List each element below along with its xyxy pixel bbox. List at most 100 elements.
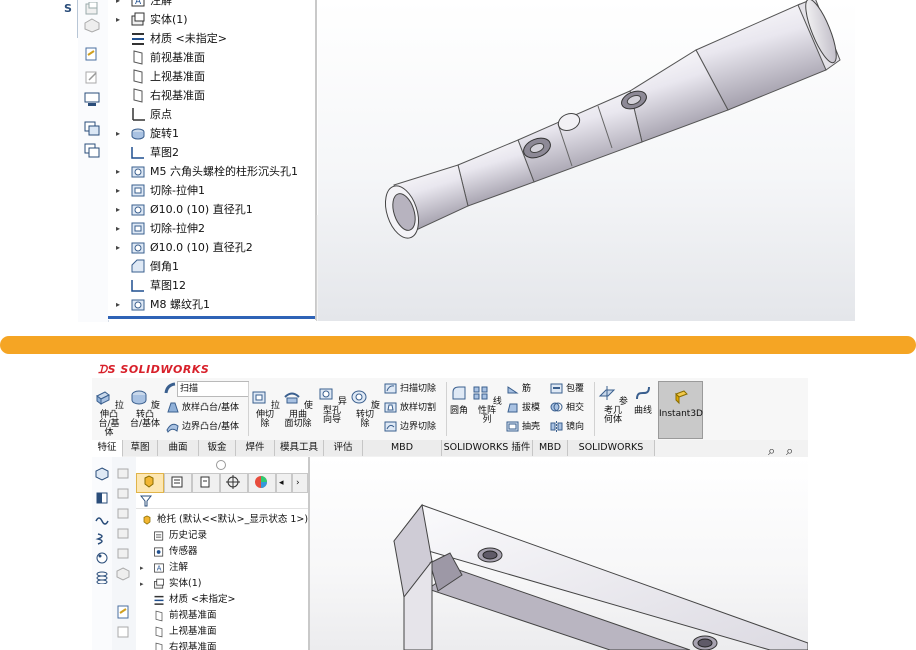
display-states-icon[interactable] [84,92,101,107]
display-pane-icon[interactable] [116,507,131,521]
tree-item[interactable]: ▸ Ø10.0 (10) 直径孔1 [108,200,315,219]
appearance-ball-icon[interactable] [95,551,109,565]
linear-pattern-button[interactable]: 线性阵 列 [472,384,502,425]
panel-grip-icon[interactable] [216,460,226,470]
tab-1[interactable]: 草图 [123,440,158,456]
expand-arrow-icon[interactable]: ▸ [116,162,120,181]
tab-7[interactable]: MBD Dimensions [363,440,442,469]
mirror-button[interactable]: 镜向 [550,419,584,436]
filter-row[interactable] [136,494,308,509]
tree-item[interactable]: 草图12 [108,276,315,295]
sweep-label-box[interactable]: 扫描 [177,381,249,397]
tree-item[interactable]: ▸ M8 螺纹孔1 [108,295,315,314]
tab-6[interactable]: 评估 [324,440,363,456]
tree-item[interactable]: ▸ 旋转1 [108,124,315,143]
display-pane-icon[interactable] [116,547,131,561]
display-pane-icon[interactable] [116,527,131,541]
top-collapsed-strip[interactable]: S [63,0,78,38]
tab-9[interactable]: MBD [533,440,568,456]
search-icon[interactable]: ⌕ [768,444,775,459]
rib-button[interactable]: 筋 [506,381,531,398]
expand-arrow-icon[interactable]: ▸ [116,200,120,219]
tree-item[interactable]: ▸ M5 六角头螺栓的柱形沉头孔1 [108,162,315,181]
tab-2[interactable]: 曲面 [158,440,199,456]
view-orientation-icon[interactable] [95,467,109,481]
tree-item[interactable]: 前视基准面 [108,48,315,67]
tree-item[interactable]: ▸ A 注解 [108,0,315,10]
feature-manager-tab[interactable] [136,473,164,493]
property-manager-tab[interactable] [164,473,192,493]
section-view-icon[interactable] [95,491,109,505]
appearance-icon[interactable] [84,18,101,33]
tree-item[interactable]: 右视基准面 [136,640,308,650]
configuration-icon[interactable] [84,143,101,158]
display-pane-icon[interactable] [116,467,131,481]
zoom-to-area-icon[interactable]: ⌕ [786,444,793,459]
surface-cut-button[interactable]: 使用曲 面切除 [282,388,314,429]
instant3d-button[interactable]: Instant3D [658,381,703,439]
expand-arrow-icon[interactable]: ▸ [140,576,144,592]
tree-item[interactable]: 枪托 (默认<<默认>_显示状态 1>) [136,512,308,528]
edit-sheet-icon[interactable] [84,70,101,85]
extrude-cut-button[interactable]: 拉伸切 除 [250,388,280,429]
shell-button[interactable]: 抽壳 [506,419,540,436]
expand-arrow-icon[interactable]: ▸ [116,124,120,143]
filter-icon[interactable] [140,495,152,507]
tab-0[interactable]: 特征 [92,440,123,457]
appearance-icon[interactable] [116,567,131,581]
edit-sheet-icon[interactable] [116,625,131,639]
tab-10[interactable]: SOLIDWORKS CAM [568,440,655,469]
coil-icon[interactable] [95,570,109,584]
tree-item[interactable]: 前视基准面 [136,608,308,624]
tree-item[interactable]: 材质 <未指定> [136,592,308,608]
expand-arrow-icon[interactable]: ▸ [116,181,120,200]
expand-arrow-icon[interactable]: ▸ [116,295,120,314]
tree-item[interactable]: ▸ 切除-拉伸2 [108,219,315,238]
tree-item[interactable]: ▸ A 注解 [136,560,308,576]
solidworks-logo[interactable]: ᗪS SOLIDWORKS [98,362,209,378]
tree-item[interactable]: ▸ Ø10.0 (10) 直径孔2 [108,238,315,257]
draft-button[interactable]: 拔模 [506,400,540,417]
expand-arrow-icon[interactable]: ▸ [116,219,120,238]
tree-item[interactable]: 材质 <未指定> [108,29,315,48]
tree-item[interactable]: 右视基准面 [108,86,315,105]
wrap-button[interactable]: 包覆 [550,381,584,398]
expand-arrow-icon[interactable]: ▸ [140,560,144,576]
tree-item[interactable]: 上视基准面 [108,67,315,86]
measure-icon[interactable] [84,47,101,62]
expand-arrow-icon[interactable]: ▸ [116,238,120,257]
expand-arrow-icon[interactable]: ▸ [116,10,120,29]
wave-icon[interactable] [95,512,109,526]
tree-item[interactable]: 原点 [108,105,315,124]
loft-cut-button[interactable]: 放样切割 [384,400,436,417]
tree-item[interactable]: ▸ 实体(1) [136,576,308,592]
top-tree-scroll-indicator[interactable] [108,316,315,319]
scroll-left-button[interactable]: ◂ [276,473,292,493]
tree-item[interactable]: ▸ 实体(1) [108,10,315,29]
intersect-button[interactable]: 相交 [550,400,584,417]
tree-item[interactable]: 草图2 [108,143,315,162]
spring-icon[interactable] [95,532,109,546]
sweep-cut-button[interactable]: 扫描切除 [384,381,436,398]
display-manager-tab[interactable] [248,473,276,493]
extrude-boss-button[interactable]: 拉伸凸 台/基体 [94,388,124,438]
copy-config-icon[interactable] [84,121,101,136]
tab-8[interactable]: SOLIDWORKS 插件 [442,440,533,456]
revolve-cut-button[interactable]: 旋转切 除 [350,388,380,429]
loft-boss-button[interactable]: 放样凸台/基体 [166,400,239,417]
fillet-button[interactable]: 圆角 [448,384,470,416]
tree-item[interactable]: 倒角1 [108,257,315,276]
reference-geometry-button[interactable]: 参考几 何体 [598,384,628,425]
dimxpert-tab[interactable] [220,473,248,493]
tree-item[interactable]: ▸ 切除-拉伸1 [108,181,315,200]
tree-item[interactable]: 历史记录 [136,528,308,544]
configuration-manager-tab[interactable] [192,473,220,493]
curves-button[interactable]: 曲线 [630,384,656,416]
expand-arrow-icon[interactable]: ▸ [116,0,120,10]
tree-item[interactable]: 传感器 [136,544,308,560]
top-graphics-area[interactable] [318,0,855,321]
bottom-graphics-area[interactable] [310,457,808,650]
tab-4[interactable]: 焊件 [236,440,275,456]
hole-wizard-button[interactable]: 异型孔 向导 [316,384,348,425]
display-pane-icon[interactable] [116,487,131,501]
